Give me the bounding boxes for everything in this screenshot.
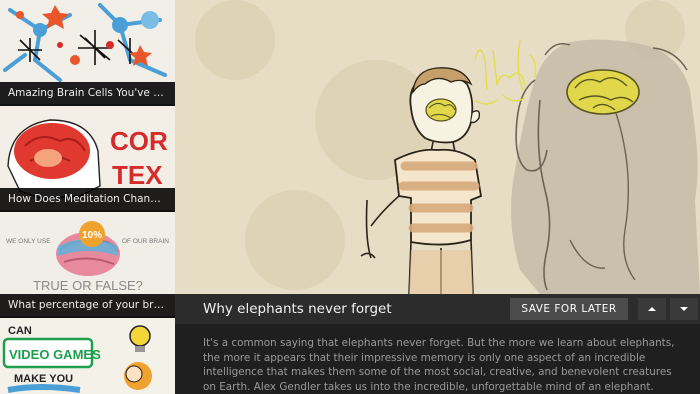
thumb-text: VIDEO GAMES — [9, 347, 101, 362]
playlist-item[interactable]: 10% WE ONLY USE OF OUR BRAIN TRUE OR FAL… — [0, 212, 175, 316]
chevron-down-icon — [680, 307, 688, 311]
video-frame-elephant-boy-illustration — [175, 0, 700, 294]
video-description: It's a common saying that elephants neve… — [203, 337, 675, 393]
video-info-bar: Why elephants never forget SAVE FOR LATE… — [175, 294, 700, 324]
thumb-text: TRUE OR FALSE? — [33, 278, 143, 293]
video-player[interactable] — [175, 0, 700, 294]
playlist-item-title: Amazing Brain Cells You've Nev... — [0, 82, 175, 104]
thumb-text: OF OUR BRAIN — [122, 238, 169, 245]
playlist-item-title: How Does Meditation Change t... — [0, 188, 175, 210]
save-for-later-button[interactable]: SAVE FOR LATER — [510, 298, 628, 320]
thumb-text: TEX — [112, 160, 163, 190]
thumb-text: COR — [110, 126, 168, 156]
thumb-text: WE ONLY USE — [6, 238, 51, 245]
chevron-up-icon — [648, 307, 656, 311]
playlist-item[interactable]: CAN VIDEO GAMES MAKE YOU — [0, 318, 175, 394]
thumb-text: CAN — [8, 325, 32, 337]
playlist-item[interactable]: COR TEX How Does Meditation Change t... — [0, 106, 175, 210]
next-video-button[interactable] — [670, 298, 698, 320]
thumbnail-videogames-image: CAN VIDEO GAMES MAKE YOU — [0, 318, 175, 394]
playlist-sidebar: Amazing Brain Cells You've Nev... COR TE… — [0, 0, 175, 394]
playlist-item[interactable]: Amazing Brain Cells You've Nev... — [0, 0, 175, 104]
thumb-text: MAKE YOU — [14, 373, 73, 385]
video-description-panel: It's a common saying that elephants neve… — [175, 324, 700, 394]
playlist-item-title: What percentage of your brain... — [0, 294, 175, 316]
previous-video-button[interactable] — [638, 298, 666, 320]
thumb-text: 10% — [82, 230, 102, 241]
video-title: Why elephants never forget — [203, 301, 392, 317]
